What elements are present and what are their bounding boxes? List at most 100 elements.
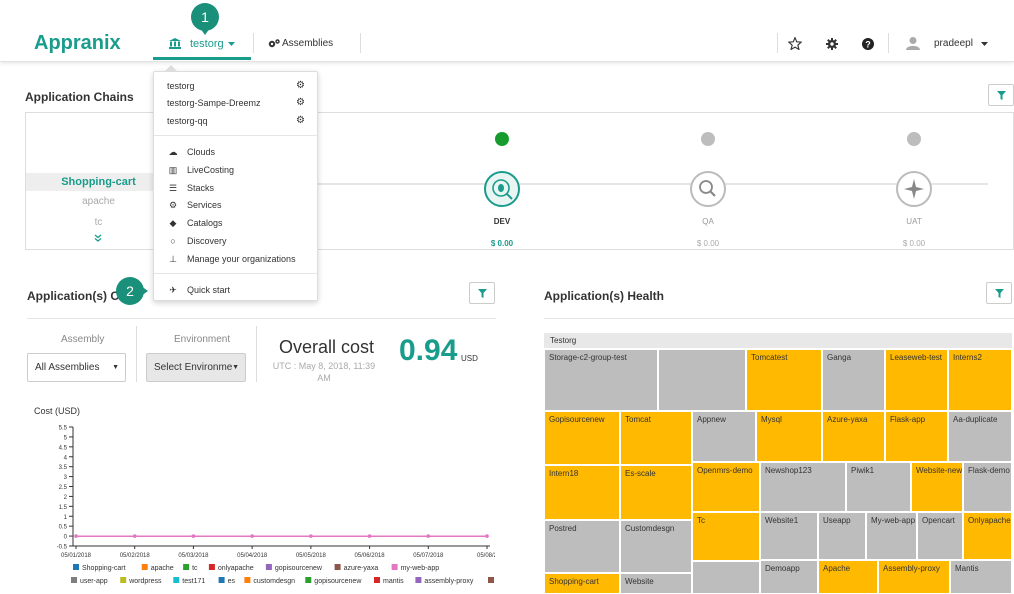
filter-divider [136,326,137,382]
chain-app-item[interactable]: apache [26,193,171,211]
treemap-cell[interactable]: Storage-c2-group-test [544,349,658,411]
treemap-cell[interactable]: Interns2 [948,349,1012,411]
treemap-cell[interactable]: Flask-app [885,411,948,462]
treemap-cell[interactable]: Tomcat [620,411,692,465]
legend-swatch [391,564,398,570]
x-tick-label: 05/01/2018 [61,553,92,559]
treemap-cell[interactable]: Website-new [911,462,963,512]
treemap-cell[interactable]: Appnew [692,411,756,462]
treemap-cell[interactable]: Ganga [822,349,885,411]
treemap-cell[interactable]: My-web-app [866,512,917,560]
treemap-cell[interactable]: Newshop123 [760,462,846,512]
treemap-cell[interactable]: Assembly-proxy [878,560,950,594]
treemap-cell[interactable] [658,349,746,411]
menu-item-discovery[interactable]: ○ Discovery [166,236,226,246]
stage-dev[interactable]: DEV $ 0.00 [452,132,552,248]
menu-item-quick-start[interactable]: ✈ Quick start [166,285,230,296]
treemap-cell[interactable]: Gopisourcenew [544,411,620,465]
menu-item-clouds[interactable]: ☁ Clouds [166,147,216,158]
treemap-cell[interactable]: Postred [544,520,620,573]
nav-divider [777,33,778,53]
org-settings-gear-icon[interactable]: ⚙ [296,97,305,108]
treemap-cell[interactable]: Demoapp [760,560,818,594]
chain-app-item[interactable]: Shopping-cart [26,173,171,191]
treemap-cell[interactable] [692,561,760,594]
legend-label: test171 [182,578,205,585]
chain-app-item[interactable]: tc [26,214,171,232]
stage-node[interactable] [484,171,520,207]
stage-name: UAT [906,217,922,226]
treemap-cell[interactable]: Leaseweb-test [885,349,948,411]
treemap-cell[interactable]: Website1 [760,512,818,560]
legend-label: onlyapache [218,565,254,572]
legend-swatch [374,577,380,583]
assembly-select[interactable]: All Assemblies ▼ [27,353,126,382]
y-tick-label: 2.5 [59,485,68,491]
treemap-cell[interactable]: Mysql [756,411,822,462]
stage-node[interactable] [896,171,932,207]
org-menu-item[interactable]: testorg-qq [167,116,208,126]
menu-item-services[interactable]: ⚙ Services [166,200,222,211]
treemap-cell[interactable]: Opencart [917,512,963,560]
org-menu-item[interactable]: testorg [167,81,195,91]
treemap-cell[interactable]: Es-scale [620,465,692,520]
org-settings-gear-icon[interactable]: ⚙ [296,80,305,91]
treemap-cell[interactable]: Aa-duplicate [948,411,1012,462]
menu-item-catalogs[interactable]: ◆ Catalogs [166,218,223,229]
user-avatar-icon[interactable] [906,36,920,50]
cost-filter-button[interactable] [469,282,495,304]
treemap-cell[interactable]: Piwik1 [846,462,911,512]
legend-label: gopisourcenew [275,565,323,572]
legend-label: my-web-app [401,565,440,572]
treemap-cell[interactable]: Useapp [818,512,866,560]
treemap-cell[interactable]: Openmrs-demo [692,462,760,512]
environment-select[interactable]: Select Environme ▼ [146,353,246,382]
caret-down-icon [228,42,235,46]
stage-status-dot [495,132,509,146]
compass-star-icon [904,179,924,199]
double-chevron-down-icon[interactable] [94,234,102,242]
stage-qa[interactable]: QA $ 0.00 [658,132,758,248]
legend-swatch [488,577,494,583]
environment-filter-label: Environment [174,334,231,345]
nav-divider [253,33,254,53]
menu-item-label: Catalogs [187,218,223,228]
bank-icon [169,38,181,49]
stage-uat[interactable]: UAT $ 0.00 [864,132,964,248]
assemblies-nav-label: Assemblies [282,38,334,49]
menu-item-manage-orgs[interactable]: ⊥ Manage your organizations [166,254,296,265]
overall-cost-value: 0.94 [399,334,458,367]
treemap-cell[interactable]: Website [620,573,692,594]
caret-down-icon [981,42,988,46]
menu-item-livecosting[interactable]: ▥ LiveCosting [166,165,234,176]
menu-item-label: Services [187,200,222,210]
search-icon: ○ [170,236,176,246]
y-tick-label: 0.5 [59,525,68,531]
chains-filter-button[interactable] [988,84,1014,106]
treemap-cell[interactable]: Tomcatest [746,349,822,411]
menu-item-stacks[interactable]: ☰ Stacks [166,183,214,194]
treemap-cell[interactable]: Flask-demo [963,462,1012,512]
sitemap-icon: ⊥ [169,254,177,264]
user-menu-label[interactable]: pradeepl [934,38,973,49]
org-settings-gear-icon[interactable]: ⚙ [296,115,305,126]
treemap-cell[interactable]: Tc [692,512,760,561]
help-icon[interactable]: ? [862,38,874,50]
treemap-cell[interactable]: Azure-yaxa [822,411,885,462]
stage-status-dot [907,132,921,146]
brand-logo[interactable]: Appranix [34,32,121,55]
treemap-cell[interactable]: Customdesgn [620,520,692,573]
treemap-cell[interactable]: Apache [818,560,878,594]
gear-icon[interactable] [826,38,838,50]
star-icon[interactable] [788,37,802,50]
treemap-cell[interactable]: Intern18 [544,465,620,520]
legend-label: azure-yaxa [344,565,379,572]
legend-swatch [265,564,272,570]
plane-icon: ✈ [169,285,177,295]
org-menu-item[interactable]: testorg-Sampe-Dreemz [167,98,261,108]
stage-node[interactable] [690,171,726,207]
treemap-cell[interactable]: Mantis [950,560,1012,594]
health-filter-button[interactable] [986,282,1012,304]
treemap-cell[interactable]: Onlyapache [963,512,1012,560]
treemap-cell[interactable]: Shopping-cart [544,573,620,594]
